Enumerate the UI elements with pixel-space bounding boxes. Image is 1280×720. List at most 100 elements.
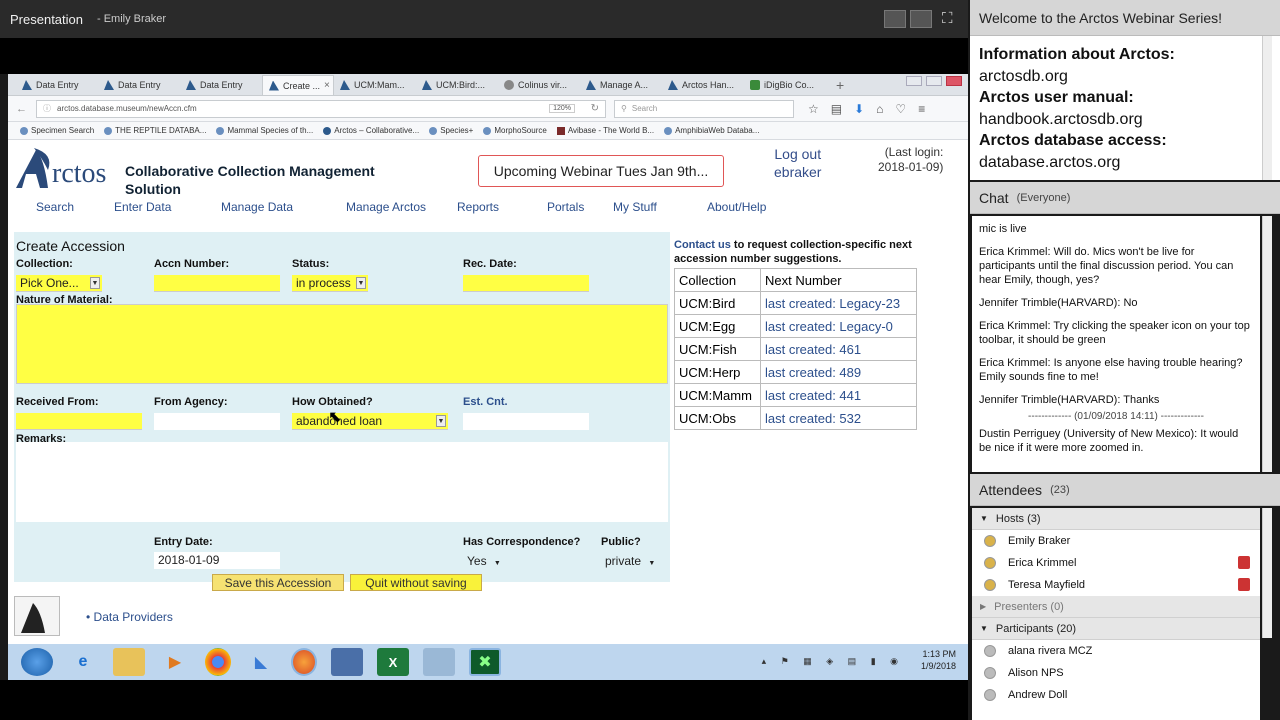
new-tab-icon[interactable]: +	[836, 75, 844, 95]
menu-manage-arctos[interactable]: Manage Arctos	[346, 200, 457, 214]
menu-about-help[interactable]: About/Help	[707, 200, 766, 214]
list-item[interactable]: Teresa Mayfield	[972, 574, 1260, 596]
chrome-icon[interactable]	[205, 648, 231, 676]
browser-tab[interactable]: iDigBio Co...	[744, 75, 826, 95]
scrollbar[interactable]	[1262, 36, 1272, 180]
menu-manage-data[interactable]: Manage Data	[221, 200, 346, 214]
next-number-link[interactable]: last created: 532	[760, 406, 917, 430]
save-accession-button[interactable]: Save this Accession	[212, 574, 344, 591]
next-number-link[interactable]: last created: 489	[760, 360, 917, 384]
file-explorer-icon[interactable]	[113, 648, 145, 676]
download-icon[interactable]: ⬇	[854, 102, 864, 116]
menu-reports[interactable]: Reports	[457, 200, 547, 214]
library-icon[interactable]: ▤	[831, 102, 842, 116]
layout-icon[interactable]	[884, 10, 906, 28]
search-input[interactable]: ⚲ Search	[614, 99, 794, 118]
hosts-group[interactable]: ▼ Hosts (3)	[972, 508, 1260, 530]
bookmark-item[interactable]: MorphoSource	[483, 126, 547, 135]
arctos-logo[interactable]: rctos	[14, 144, 126, 194]
next-number-link[interactable]: last created: 441	[760, 383, 917, 407]
media-player-icon[interactable]: ▶	[159, 648, 191, 676]
zoom-level[interactable]: 120%	[549, 104, 575, 113]
chat-scope[interactable]: (Everyone)	[1017, 192, 1071, 204]
menu-icon[interactable]: ≡	[918, 102, 925, 116]
menu-portals[interactable]: Portals	[547, 200, 613, 214]
list-item[interactable]: Erica Krimmel	[972, 552, 1260, 574]
close-window-icon[interactable]	[946, 76, 962, 86]
browser-tab[interactable]: Colinus vir...	[498, 75, 580, 95]
browser-tab[interactable]: UCM:Bird:...	[416, 75, 498, 95]
correspondence-select[interactable]: Yes ▼	[467, 554, 501, 568]
list-item[interactable]: Andrew Doll	[972, 684, 1260, 706]
est-cnt-input[interactable]	[463, 413, 589, 430]
browser-tab[interactable]: Data Entry	[98, 75, 180, 95]
browser-tab[interactable]: Manage A...	[580, 75, 662, 95]
system-tray-icons[interactable]: ▴ ⚑ ▦ ◈ ▤ ▮ ◉	[762, 656, 904, 667]
minimize-icon[interactable]	[906, 76, 922, 86]
browser-tab[interactable]: Arctos Han...	[662, 75, 744, 95]
est-cnt-label[interactable]: Est. Cnt.	[463, 396, 508, 408]
collection-select[interactable]: Pick One... ▼	[16, 275, 102, 292]
how-obtained-select[interactable]: abandoned loan ▼	[292, 413, 448, 430]
url-bar[interactable]: ⓘ arctos.database.museum/newAccn.cfm 120…	[36, 99, 606, 118]
participants-group[interactable]: ▼ Participants (20)	[972, 618, 1260, 640]
scrollbar[interactable]	[1262, 508, 1272, 638]
browser-tab-active[interactable]: Create ... ×	[262, 75, 334, 95]
next-number-link[interactable]: last created: Legacy-0	[760, 314, 917, 338]
bookmark-star-icon[interactable]: ☆	[808, 102, 819, 116]
next-number-link[interactable]: last created: Legacy-23	[760, 291, 917, 315]
rec-date-input[interactable]	[463, 275, 589, 292]
nature-of-material-textarea[interactable]	[16, 304, 668, 384]
bookmark-item[interactable]: Species+	[429, 126, 473, 135]
browser-tab[interactable]: UCM:Mam...	[334, 75, 416, 95]
bookmark-item[interactable]: Arctos – Collaborative...	[323, 126, 419, 135]
menu-search[interactable]: Search	[36, 200, 114, 214]
from-agency-input[interactable]	[154, 413, 280, 430]
fullscreen-icon[interactable]: ⛶	[942, 10, 953, 27]
bookmark-item[interactable]: AmphibiaWeb Databa...	[664, 126, 759, 135]
bookmark-item[interactable]: Avibase - The World B...	[556, 126, 654, 135]
webinar-banner[interactable]: Upcoming Webinar Tues Jan 9th...	[478, 155, 724, 187]
internet-explorer-icon[interactable]: e	[67, 648, 99, 676]
bookmark-item[interactable]: THE REPTILE DATABA...	[104, 126, 206, 135]
start-icon[interactable]	[21, 648, 53, 676]
maximize-icon[interactable]	[926, 76, 942, 86]
remote-desktop-icon[interactable]: ◣	[245, 648, 277, 676]
bookmark-item[interactable]: Specimen Search	[20, 126, 94, 135]
browser-tab[interactable]: Data Entry	[16, 75, 98, 95]
list-item[interactable]: Alison NPS	[972, 662, 1260, 684]
received-from-input[interactable]	[16, 413, 142, 430]
bookmark-item[interactable]: Mammal Species of th...	[216, 126, 313, 135]
browser-tab[interactable]: Data Entry	[180, 75, 262, 95]
network-icon[interactable]	[331, 648, 363, 676]
back-icon[interactable]: ←	[16, 103, 32, 115]
screen-icon[interactable]	[910, 10, 932, 28]
info-link[interactable]: database.arctos.org	[979, 152, 1271, 174]
quit-button[interactable]: Quit without saving	[350, 574, 482, 591]
close-icon[interactable]: ×	[324, 80, 330, 91]
info-link[interactable]: arctosdb.org	[979, 66, 1271, 88]
presenters-group[interactable]: ▶ Presenters (0)	[972, 596, 1260, 618]
reload-icon[interactable]: ↻	[591, 103, 599, 114]
menu-my-stuff[interactable]: My Stuff	[613, 200, 707, 214]
next-number-link[interactable]: last created: 461	[760, 337, 917, 361]
entry-date-input[interactable]: 2018-01-09	[154, 552, 280, 569]
home-icon[interactable]: ⌂	[876, 102, 883, 116]
data-providers-link[interactable]: • Data Providers	[86, 610, 173, 624]
app-icon[interactable]: ✖	[469, 648, 501, 676]
public-select[interactable]: private ▼	[605, 554, 655, 568]
logout-link[interactable]: Log out ebraker	[774, 145, 821, 181]
list-item[interactable]: alana rivera MCZ	[972, 640, 1260, 662]
pocket-icon[interactable]: ♡	[895, 102, 906, 116]
contact-us-link[interactable]: Contact us	[674, 239, 731, 251]
scrollbar[interactable]	[1262, 216, 1272, 472]
system-clock[interactable]: 1:13 PM 1/9/2018	[921, 648, 956, 672]
status-select[interactable]: in process ▼	[292, 275, 368, 292]
list-item[interactable]: Emily Braker	[972, 530, 1260, 552]
accn-number-input[interactable]	[154, 275, 280, 292]
excel-icon[interactable]: X	[377, 648, 409, 676]
menu-enter-data[interactable]: Enter Data	[114, 200, 221, 214]
remarks-textarea[interactable]	[16, 442, 668, 522]
firefox-icon[interactable]	[291, 648, 317, 676]
info-link[interactable]: handbook.arctosdb.org	[979, 109, 1271, 131]
